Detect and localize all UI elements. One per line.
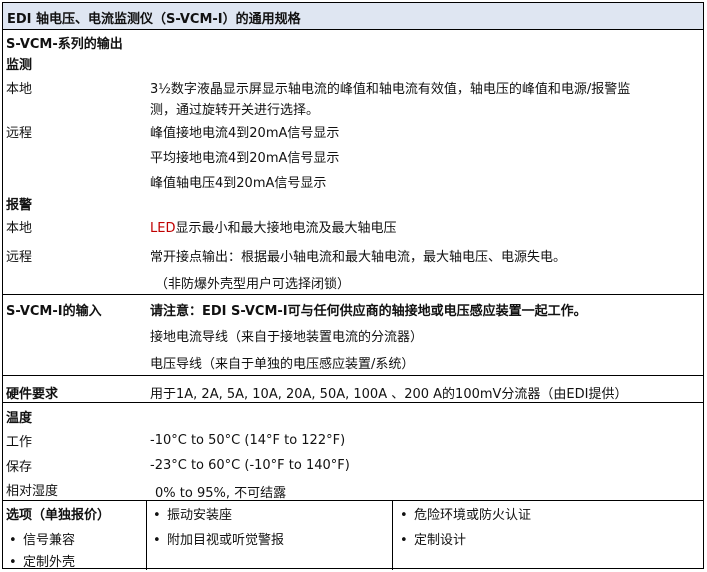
option-custom-design: • 定制设计 [400, 533, 467, 548]
bullet-icon: • [400, 508, 408, 523]
hardware-heading: 硬件要求 [6, 387, 59, 402]
title-bar: EDI 轴电压、电流监测仪（S-VCM-I）的通用规格 [3, 3, 703, 30]
divider [3, 402, 703, 403]
divider [3, 294, 703, 295]
divider [3, 500, 703, 501]
alarm-remote-label: 远程 [6, 250, 33, 265]
monitor-local-text-2: 测，通过旋转开关进行选择。 [150, 103, 320, 118]
operating-label: 工作 [6, 435, 33, 450]
alarm-remote-note: （非防爆外壳型用户可选择闭锁） [155, 277, 351, 292]
bullet-icon: • [153, 508, 161, 523]
alarm-local-text: LED显示最小和最大接地电流及最大轴电压 [150, 217, 396, 236]
alarm-heading: 报警 [6, 198, 33, 213]
bullet-icon: • [153, 533, 161, 548]
options-heading: 选项（单独报价） [6, 508, 111, 523]
option-vibration-mount: • 振动安装座 [153, 508, 233, 523]
spec-table: EDI 轴电压、电流监测仪（S-VCM-I）的通用规格 S-VCM-系列的输出 … [2, 2, 704, 570]
led-label: LED [150, 221, 176, 236]
hardware-text: 用于1A, 2A, 5A, 10A, 20A, 50A, 100A 、200 A… [150, 387, 628, 402]
monitor-local-text-1: 3½数字液晶显示屏显示轴电流的峰值和轴电流有效值，轴电压的峰值和电源/报警监 [150, 82, 631, 97]
monitor-local-label: 本地 [6, 82, 33, 97]
storage-label: 保存 [6, 460, 33, 475]
storage-value: -23°C to 60°C (-10°F to 140°F) [150, 458, 350, 473]
humidity-label: 相对湿度 [6, 484, 59, 499]
option-hazardous-cert: • 危险环境或防火认证 [400, 508, 532, 523]
temperature-heading: 温度 [6, 411, 33, 426]
inputs-heading: S-VCM-I的输入 [6, 304, 102, 319]
outputs-heading: S-VCM-系列的输出 [6, 37, 123, 52]
option-signal-compat: • 信号兼容 [9, 533, 76, 548]
alarm-remote-text: 常开接点输出：根据最小轴电流和最大轴电流，最大轴电压、电源失电。 [150, 250, 567, 265]
bullet-icon: • [9, 555, 17, 570]
divider [3, 375, 703, 376]
monitor-heading: 监测 [6, 58, 33, 73]
remote-line-peak-voltage: 峰值轴电压4到20mA信号显示 [150, 176, 327, 191]
option-custom-enclosure: • 定制外壳 [9, 555, 76, 570]
option-visual-audible-alarm: • 附加目视或听觉警报 [153, 533, 285, 548]
monitor-remote-label: 远程 [6, 126, 33, 141]
inputs-line-voltage: 电压导线（来自于单独的电压感应装置/系统） [150, 357, 415, 372]
page-title: EDI 轴电压、电流监测仪（S-VCM-I）的通用规格 [7, 12, 301, 27]
column-divider [146, 500, 147, 570]
bullet-icon: • [9, 533, 17, 548]
bullet-icon: • [400, 533, 408, 548]
inputs-line-ground-current: 接地电流导线（来自于接地装置电流的分流器） [150, 330, 424, 345]
column-divider [392, 500, 393, 570]
remote-line-avg-current: 平均接地电流4到20mA信号显示 [150, 151, 340, 166]
humidity-value: 0% to 95%, 不可结露 [155, 486, 287, 501]
inputs-note: 请注意：EDI S-VCM-I可与任何供应商的轴接地或电压感应装置一起工作。 [150, 304, 587, 319]
alarm-local-rest: 显示最小和最大接地电流及最大轴电压 [175, 221, 397, 236]
remote-line-peak-current: 峰值接地电流4到20mA信号显示 [150, 126, 340, 141]
alarm-local-label: 本地 [6, 221, 33, 236]
operating-value: -10°C to 50°C (14°F to 122°F) [150, 433, 346, 448]
